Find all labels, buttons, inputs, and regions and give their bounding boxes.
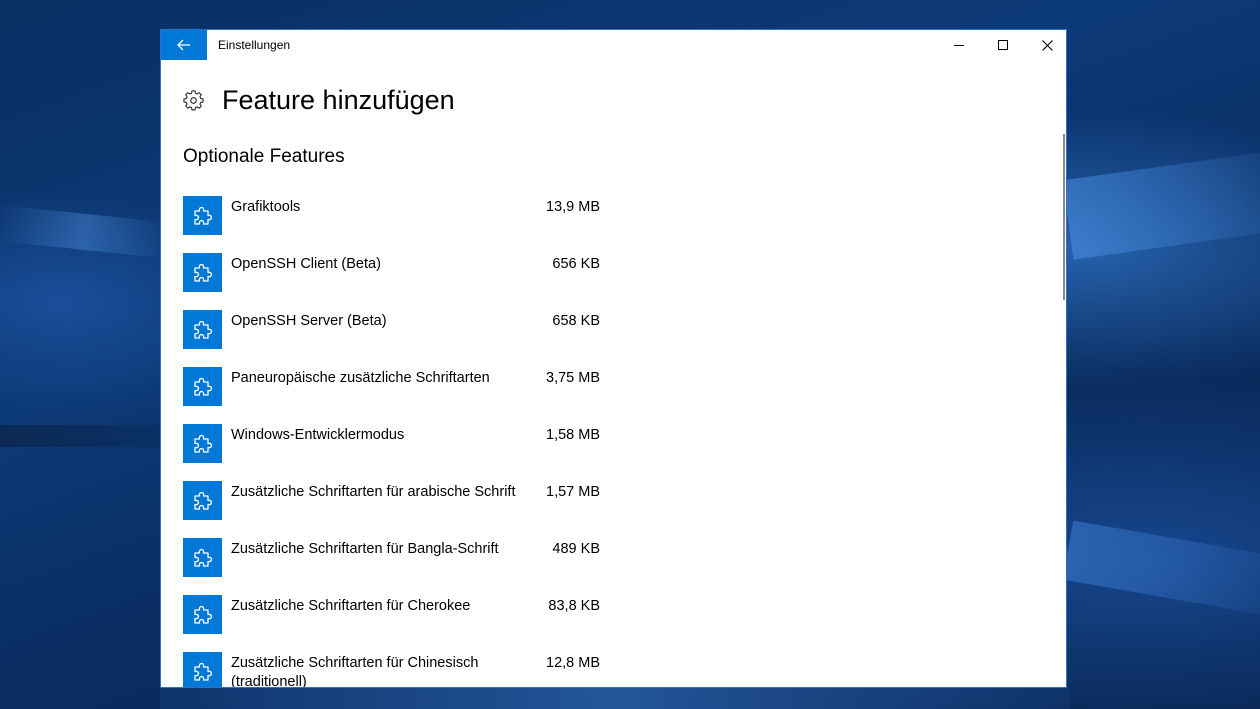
- feature-item[interactable]: Zusätzliche Schriftarten für Bangla-Schr…: [183, 538, 603, 595]
- feature-size: 12,8 MB: [546, 655, 600, 671]
- close-icon: [1041, 39, 1053, 51]
- feature-name: Zusätzliche Schriftarten für arabische S…: [231, 484, 516, 500]
- maximize-icon: [997, 39, 1008, 50]
- wallpaper-light-beam: [160, 688, 1070, 709]
- feature-icon-tile: [183, 595, 222, 634]
- feature-size: 1,57 MB: [546, 484, 600, 500]
- puzzle-icon: [193, 662, 212, 681]
- window-title: Einstellungen: [218, 38, 291, 52]
- feature-item[interactable]: Zusätzliche Schriftarten für Chinesisch …: [183, 652, 603, 688]
- close-button[interactable]: [1025, 30, 1066, 60]
- feature-item[interactable]: OpenSSH Server (Beta) 658 KB: [183, 310, 603, 367]
- section-title: Optionale Features: [183, 146, 345, 167]
- maximize-button[interactable]: [981, 30, 1025, 60]
- puzzle-icon: [193, 263, 212, 282]
- title-bar: Einstellungen: [161, 30, 1066, 60]
- feature-size: 13,9 MB: [546, 199, 600, 215]
- feature-name: OpenSSH Client (Beta): [231, 256, 381, 272]
- feature-item[interactable]: Zusätzliche Schriftarten für arabische S…: [183, 481, 603, 538]
- feature-size: 489 KB: [552, 541, 600, 557]
- feature-size: 1,58 MB: [546, 427, 600, 443]
- back-button[interactable]: [161, 30, 207, 60]
- gear-icon: [183, 89, 204, 110]
- feature-item[interactable]: Zusätzliche Schriftarten für Cherokee 83,…: [183, 595, 603, 652]
- wallpaper-light-beam: [0, 205, 171, 259]
- minimize-button[interactable]: [937, 30, 981, 60]
- page-header: Feature hinzufügen: [183, 82, 455, 118]
- puzzle-icon: [193, 434, 212, 453]
- feature-icon-tile: [183, 310, 222, 349]
- feature-item[interactable]: Paneuropäische zusätzliche Schriftarten 3…: [183, 367, 603, 424]
- wallpaper-light-beam: [1062, 152, 1260, 260]
- feature-icon-tile: [183, 253, 222, 292]
- feature-list: Grafiktools 13,9 MB OpenSSH Client (Beta) 6…: [183, 196, 603, 688]
- minimize-icon: [953, 44, 964, 46]
- puzzle-icon: [193, 320, 212, 339]
- puzzle-icon: [193, 491, 212, 510]
- feature-item[interactable]: Windows-Entwicklermodus 1,58 MB: [183, 424, 603, 481]
- wallpaper-shadow-band: [0, 425, 170, 447]
- wallpaper-light-beam: [1062, 520, 1260, 615]
- feature-icon-tile: [183, 652, 222, 687]
- feature-name: Paneuropäische zusätzliche Schriftarten: [231, 370, 490, 386]
- feature-size: 656 KB: [552, 256, 600, 272]
- feature-icon-tile: [183, 481, 222, 520]
- feature-size: 658 KB: [552, 313, 600, 329]
- page-title: Feature hinzufügen: [222, 84, 455, 115]
- feature-icon-tile: [183, 538, 222, 577]
- feature-icon-tile: [183, 367, 222, 406]
- puzzle-icon: [193, 206, 212, 225]
- feature-name: Zusätzliche Schriftarten für Bangla-Schr…: [231, 541, 499, 557]
- puzzle-icon: [193, 377, 212, 396]
- feature-name: OpenSSH Server (Beta): [231, 313, 387, 329]
- feature-name: Zusätzliche Schriftarten für Cherokee: [231, 598, 471, 614]
- puzzle-icon: [193, 548, 212, 567]
- feature-name: Zusätzliche Schriftarten für Chinesisch …: [231, 655, 479, 688]
- feature-size: 83,8 KB: [548, 598, 600, 614]
- feature-icon-tile: [183, 196, 222, 235]
- feature-size: 3,75 MB: [546, 370, 600, 386]
- settings-window: Einstellungen Feature hinzufügen Optiona…: [160, 29, 1067, 688]
- puzzle-icon: [193, 605, 212, 624]
- feature-name: Windows-Entwicklermodus: [231, 427, 405, 443]
- feature-item[interactable]: Grafiktools 13,9 MB: [183, 196, 603, 253]
- feature-item[interactable]: OpenSSH Client (Beta) 656 KB: [183, 253, 603, 310]
- scrollbar[interactable]: [1063, 134, 1065, 300]
- feature-icon-tile: [183, 424, 222, 463]
- feature-name: Grafiktools: [231, 199, 301, 215]
- back-arrow-icon: [177, 39, 190, 51]
